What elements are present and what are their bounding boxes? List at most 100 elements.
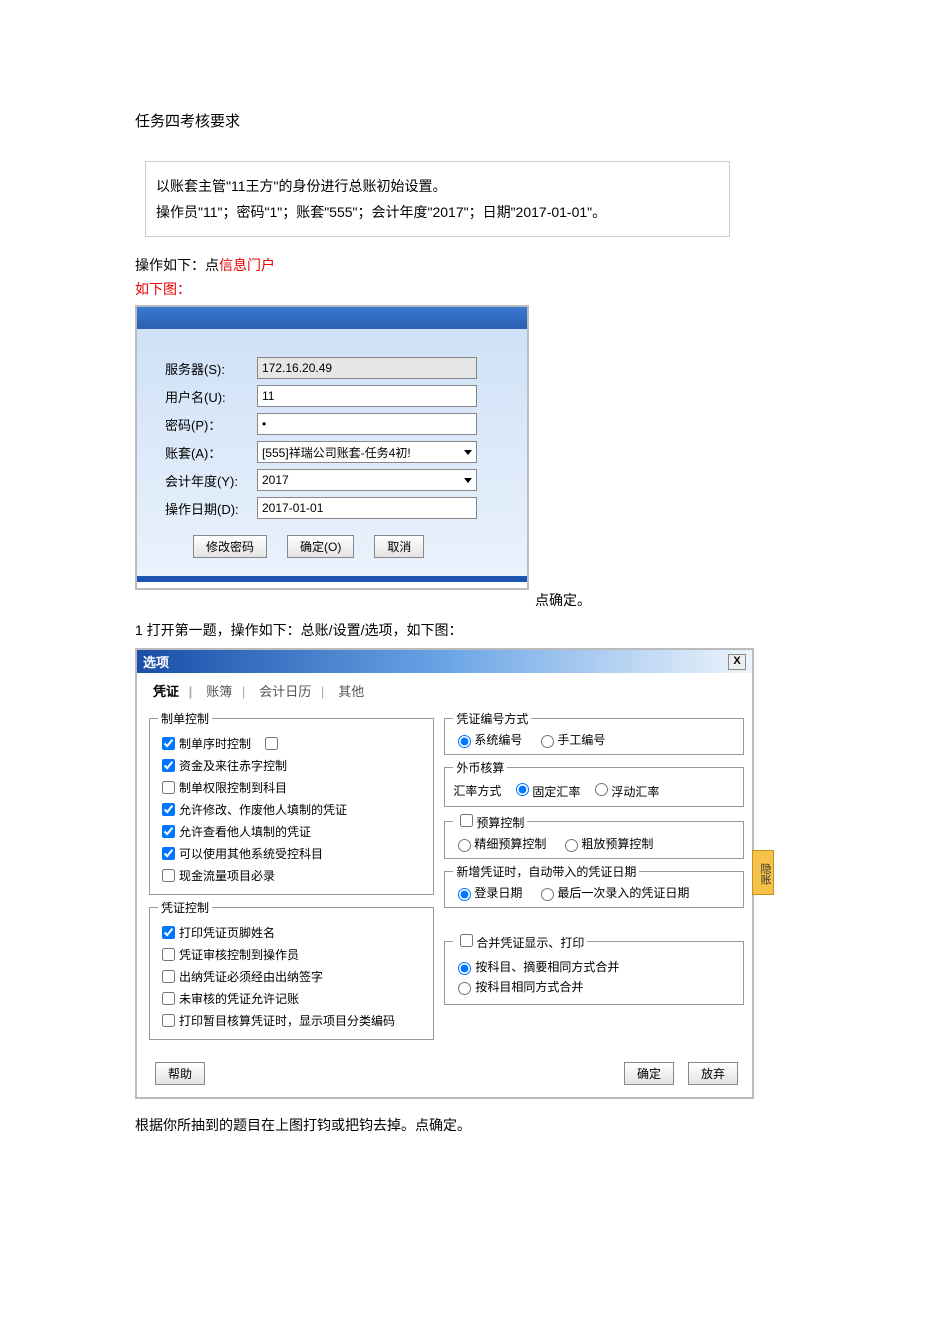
fund-deficit-label: 资金及来往赤字控制 — [179, 757, 287, 774]
print-category-code-label: 打印暂目核算凭证时，显示项目分类编码 — [179, 1012, 395, 1029]
numbering-fieldset: 凭证编号方式 系统编号 手工编号 — [444, 710, 744, 755]
login-dialog: 服务器(S): 172.16.20.49 用户名(U): 11 密码(P)： •… — [135, 305, 529, 590]
options-cancel-button[interactable]: 放弃 — [688, 1062, 738, 1085]
merge-subject-radio[interactable] — [458, 982, 471, 995]
chevron-down-icon — [464, 450, 472, 455]
book-select[interactable]: [555]祥瑞公司账套-任务4初! — [257, 441, 477, 463]
help-button[interactable]: 帮助 — [155, 1062, 205, 1085]
step-pre-text: 操作如下：点 — [135, 257, 219, 273]
budget-fieldset: 预算控制 精细预算控制 粗放预算控制 — [444, 811, 744, 859]
rough-budget-radio[interactable] — [565, 839, 578, 852]
budget-enable-checkbox[interactable] — [460, 814, 473, 827]
merge-fieldset: 合并凭证显示、打印 按科目、摘要相同方式合并 按科目相同方式合并 — [444, 931, 744, 1005]
date-label: 操作日期(D): — [165, 499, 257, 518]
fixed-rate-radio[interactable] — [516, 783, 529, 796]
cheque-control-checkbox[interactable] — [265, 737, 278, 750]
allow-edit-others-label: 允许修改、作废他人填制的凭证 — [179, 801, 347, 818]
date-input[interactable]: 2017-01-01 — [257, 497, 477, 519]
fine-budget-label: 精细预算控制 — [474, 835, 546, 852]
unaudited-allow-post-label: 未审核的凭证允许记账 — [179, 990, 299, 1007]
audit-to-operator-checkbox[interactable] — [162, 948, 175, 961]
close-icon[interactable]: X — [728, 654, 746, 670]
manual-number-label: 手工编号 — [557, 731, 605, 748]
cashflow-required-checkbox[interactable] — [162, 869, 175, 882]
system-number-label: 系统编号 — [474, 731, 522, 748]
login-titlebar — [137, 307, 527, 329]
cashflow-required-label: 现金流量项目必录 — [179, 867, 275, 884]
options-ok-button[interactable]: 确定 — [624, 1062, 674, 1085]
server-input[interactable]: 172.16.20.49 — [257, 357, 477, 379]
portal-link[interactable]: 信息门户 — [219, 257, 275, 273]
unaudited-allow-post-checkbox[interactable] — [162, 992, 175, 1005]
login-bottom-bar — [137, 576, 527, 582]
after-login-text: 点确定。 — [535, 592, 591, 608]
tab-voucher[interactable]: 凭证 — [149, 679, 196, 702]
tab-ledger[interactable]: 账簿 — [202, 679, 249, 702]
autodate-fieldset: 新增凭证时，自动带入的凭证日期 登录日期 最后一次录入的凭证日期 — [444, 863, 744, 908]
merge-subject-summary-radio[interactable] — [458, 962, 471, 975]
change-password-button[interactable]: 修改密码 — [193, 535, 267, 558]
autodate-legend: 新增凭证时，自动带入的凭证日期 — [453, 863, 639, 880]
fixed-rate-label: 固定汇率 — [532, 785, 580, 799]
login-date-label: 登录日期 — [474, 884, 522, 901]
step2-text: 1 打开第一题，操作如下：总账/设置/选项，如下图： — [135, 620, 810, 640]
options-title: 选项 — [143, 652, 169, 671]
numbering-legend: 凭证编号方式 — [453, 710, 531, 727]
fx-fieldset: 外币核算 汇率方式 固定汇率 浮动汇率 — [444, 759, 744, 807]
year-value: 2017 — [262, 473, 289, 487]
system-number-radio[interactable] — [458, 735, 471, 748]
subject-permission-checkbox[interactable] — [162, 781, 175, 794]
year-select[interactable]: 2017 — [257, 469, 477, 491]
side-tab[interactable]: 隐账 — [752, 850, 774, 895]
cashier-sign-label: 出纳凭证必须经由出纳签字 — [179, 968, 323, 985]
print-footer-name-checkbox[interactable] — [162, 926, 175, 939]
use-controlled-subject-checkbox[interactable] — [162, 847, 175, 860]
tab-other[interactable]: 其他 — [334, 679, 368, 702]
user-label: 用户名(U): — [165, 387, 257, 406]
final-note: 根据你所抽到的题目在上图打钧或把钧去掉。点确定。 — [135, 1115, 810, 1135]
options-dialog: 选项 X 凭证 账簿 会计日历 其他 制单控制 制单序时控制 — [135, 648, 754, 1099]
password-input[interactable]: • — [257, 413, 477, 435]
intro-line-1: 以账套主管"11王方"的身份进行总账初始设置。 — [156, 176, 719, 196]
seq-control-checkbox[interactable] — [162, 737, 175, 750]
chevron-down-icon — [464, 478, 472, 483]
last-entry-date-label: 最后一次录入的凭证日期 — [557, 884, 689, 901]
float-rate-label: 浮动汇率 — [611, 785, 659, 799]
password-label: 密码(P)： — [165, 415, 257, 434]
manual-number-radio[interactable] — [541, 735, 554, 748]
allow-view-others-checkbox[interactable] — [162, 825, 175, 838]
merge-legend: 合并凭证显示、打印 — [476, 936, 584, 950]
login-date-radio[interactable] — [458, 888, 471, 901]
use-controlled-subject-label: 可以使用其他系统受控科目 — [179, 845, 323, 862]
cancel-button[interactable]: 取消 — [374, 535, 424, 558]
merge-subject-label: 按科目相同方式合并 — [475, 978, 583, 995]
fine-budget-radio[interactable] — [458, 839, 471, 852]
seq-control-label: 制单序时控制 — [179, 735, 251, 752]
tab-calendar[interactable]: 会计日历 — [255, 679, 328, 702]
year-label: 会计年度(Y): — [165, 471, 257, 490]
last-entry-date-radio[interactable] — [541, 888, 554, 901]
book-label: 账套(A)： — [165, 443, 257, 462]
fx-legend: 外币核算 — [453, 759, 507, 776]
ok-button[interactable]: 确定(O) — [287, 535, 354, 558]
print-category-code-checkbox[interactable] — [162, 1014, 175, 1027]
allow-edit-others-checkbox[interactable] — [162, 803, 175, 816]
user-value: 11 — [262, 389, 274, 403]
server-label: 服务器(S): — [165, 359, 257, 378]
intro-line-2: 操作员"11"；密码"1"；账套"555"；会计年度"2017"；日期"2017… — [156, 202, 719, 222]
as-below-label: 如下图： — [135, 279, 810, 299]
page-heading: 任务四考核要求 — [135, 110, 810, 131]
merge-subject-summary-label: 按科目、摘要相同方式合并 — [475, 958, 619, 975]
make-control-fieldset: 制单控制 制单序时控制 资金及来往赤字控制 制单权限控制到科目 允许修改、作废他… — [149, 710, 434, 895]
options-tabs: 凭证 账簿 会计日历 其他 — [137, 673, 752, 702]
print-footer-name-label: 打印凭证页脚姓名 — [179, 924, 275, 941]
subject-permission-label: 制单权限控制到科目 — [179, 779, 287, 796]
user-input[interactable]: 11 — [257, 385, 477, 407]
merge-enable-checkbox[interactable] — [460, 934, 473, 947]
voucher-control-fieldset: 凭证控制 打印凭证页脚姓名 凭证审核控制到操作员 出纳凭证必须经由出纳签字 未审… — [149, 899, 434, 1040]
fund-deficit-checkbox[interactable] — [162, 759, 175, 772]
float-rate-radio[interactable] — [595, 783, 608, 796]
allow-view-others-label: 允许查看他人填制的凭证 — [179, 823, 311, 840]
budget-legend: 预算控制 — [476, 816, 524, 830]
cashier-sign-checkbox[interactable] — [162, 970, 175, 983]
